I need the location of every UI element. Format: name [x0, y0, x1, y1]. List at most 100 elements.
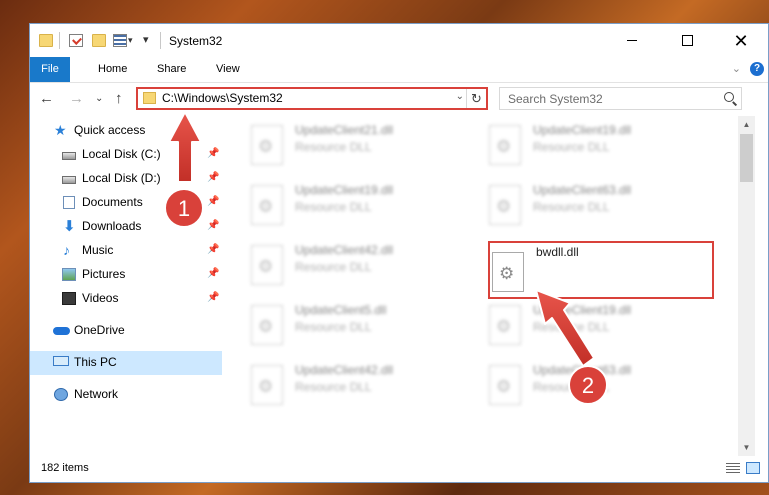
refresh-icon[interactable]: ↻	[466, 89, 486, 108]
close-button[interactable]: ✕	[718, 24, 764, 57]
tab-share[interactable]: Share	[157, 57, 186, 82]
pictures-icon	[62, 268, 76, 281]
sidebar-item-network[interactable]: Network	[30, 383, 222, 407]
sidebar-item-downloads[interactable]: ⬇ Downloads 📌	[30, 215, 222, 239]
forward-arrow-icon[interactable]: →	[69, 90, 84, 107]
folder-icon	[143, 92, 156, 104]
status-bar: 182 items	[30, 456, 768, 482]
search-input[interactable]	[508, 90, 708, 107]
properties-icon[interactable]	[69, 34, 83, 47]
sidebar-item-pictures[interactable]: Pictures 📌	[30, 263, 222, 287]
file-item-bwdll[interactable]: bwdll.dll	[492, 244, 713, 296]
documents-icon	[63, 196, 75, 209]
tab-view[interactable]: View	[216, 57, 240, 82]
sidebar-item-label: Downloads	[82, 219, 142, 233]
dll-file-icon	[489, 125, 521, 165]
dll-file-icon	[251, 245, 283, 285]
sidebar-item-this-pc[interactable]: This PC	[30, 351, 222, 375]
tab-file[interactable]: File	[30, 57, 70, 82]
file-type: Resource DLL	[533, 320, 610, 334]
search-box[interactable]	[499, 87, 742, 110]
dll-file-icon	[489, 365, 521, 405]
file-type: Resource DLL	[295, 200, 372, 214]
details-view-icon[interactable]	[726, 463, 740, 474]
music-icon: ♪	[63, 242, 70, 258]
maximize-icon	[681, 35, 693, 46]
view-icon[interactable]	[113, 34, 127, 47]
sidebar-item-label: Pictures	[82, 267, 126, 281]
chevron-down-icon[interactable]: ⌄	[456, 91, 464, 102]
tab-home[interactable]: Home	[98, 57, 127, 82]
large-icons-view-icon[interactable]	[746, 462, 760, 474]
sidebar-item-label: OneDrive	[74, 323, 125, 337]
sidebar-item-documents[interactable]: Documents 📌	[30, 191, 222, 215]
file-item[interactable]: UpdateClient19.dll Resource DLL	[243, 179, 463, 231]
file-item[interactable]: UpdateClient5.dll Resource DLL	[243, 299, 463, 351]
file-type: Resource DLL	[295, 380, 372, 394]
sidebar-item-music[interactable]: ♪ Music 📌	[30, 239, 222, 263]
pin-icon[interactable]: 📌	[207, 148, 219, 159]
navigation-bar: ← → ⌄ ↑ C:\Windows\System32 ⌄ ↻	[30, 83, 768, 116]
download-icon: ⬇	[63, 218, 76, 235]
pin-icon[interactable]: 📌	[207, 244, 219, 255]
file-type: Resource DLL	[295, 320, 372, 334]
recent-locations-icon[interactable]: ⌄	[95, 93, 103, 104]
dll-file-icon	[489, 185, 521, 225]
scrollbar-thumb[interactable]	[740, 134, 753, 182]
scroll-up-icon[interactable]: ▲	[738, 116, 755, 133]
sidebar-item-quick-access[interactable]: ★ Quick access	[30, 119, 222, 143]
file-item[interactable]: UpdateClient19.dll Resource DLL	[481, 299, 701, 351]
pin-icon[interactable]: 📌	[207, 196, 219, 207]
file-item[interactable]: UpdateClient63.dll Resource DLL	[481, 179, 701, 231]
vertical-scrollbar[interactable]: ▲ ▼	[738, 116, 755, 456]
ribbon: File Home Share View ⌄ ?	[30, 57, 768, 83]
file-name: bwdll.dll	[536, 245, 579, 259]
file-item[interactable]: UpdateClient21.dll Resource DLL	[243, 119, 463, 171]
new-folder-icon[interactable]	[92, 34, 106, 47]
maximize-button[interactable]	[664, 24, 710, 57]
sidebar-item-label: Quick access	[74, 123, 146, 137]
up-arrow-icon[interactable]: ↑	[115, 90, 123, 107]
file-type: Resource DLL	[533, 200, 610, 214]
pin-icon[interactable]: 📌	[207, 268, 219, 279]
highlighted-file-frame: bwdll.dll	[488, 241, 714, 299]
file-name: UpdateClient19.dll	[533, 303, 632, 317]
dll-file-icon	[489, 305, 521, 345]
minimize-button[interactable]	[609, 24, 655, 57]
scroll-down-icon[interactable]: ▼	[738, 439, 755, 456]
file-name: UpdateClient63.dll	[533, 183, 632, 197]
dll-file-icon	[251, 185, 283, 225]
expand-ribbon-icon[interactable]: ⌄	[732, 62, 741, 75]
file-name: UpdateClient63.dll	[533, 363, 632, 377]
divider	[59, 32, 60, 49]
address-bar[interactable]: C:\Windows\System32 ⌄ ↻	[136, 87, 488, 110]
sidebar-item-label: Local Disk (C:)	[82, 147, 161, 161]
search-icon[interactable]	[724, 92, 734, 102]
pin-icon[interactable]: 📌	[207, 292, 219, 303]
file-item[interactable]: UpdateClient63.dll Resource DLL	[481, 359, 701, 411]
file-item[interactable]: UpdateClient42.dll Resource DLL	[243, 239, 463, 291]
pin-icon[interactable]: 📌	[207, 172, 219, 183]
dll-file-icon	[251, 125, 283, 165]
customize-quick-access-icon[interactable]: ▾	[143, 33, 149, 46]
file-item[interactable]: UpdateClient42.dll Resource DLL	[243, 359, 463, 411]
sidebar-item-local-disk-c[interactable]: Local Disk (C:) 📌	[30, 143, 222, 167]
address-path[interactable]: C:\Windows\System32	[162, 91, 283, 105]
sidebar-item-local-disk-d[interactable]: Local Disk (D:) 📌	[30, 167, 222, 191]
file-item[interactable]: UpdateClient19.dll Resource DLL	[481, 119, 701, 171]
sidebar-item-label: Videos	[82, 291, 119, 305]
sidebar-item-onedrive[interactable]: OneDrive	[30, 319, 222, 343]
sidebar-item-videos[interactable]: Videos 📌	[30, 287, 222, 311]
file-type: Resource DLL	[533, 140, 610, 154]
back-arrow-icon[interactable]: ←	[39, 90, 54, 107]
file-name: UpdateClient19.dll	[533, 123, 632, 137]
this-pc-icon	[53, 356, 69, 366]
pin-icon[interactable]: 📌	[207, 220, 219, 231]
help-icon[interactable]: ?	[750, 62, 764, 76]
drive-icon	[62, 176, 76, 184]
title-bar: ▾ ▾ System32 ✕	[30, 24, 768, 57]
file-explorer-window: ▾ ▾ System32 ✕ File Home Share View ⌄ ? …	[29, 23, 769, 483]
navigation-pane: ★ Quick access Local Disk (C:) 📌 Local D…	[30, 116, 222, 456]
chevron-down-icon[interactable]: ▾	[128, 35, 133, 46]
file-type: Resource DLL	[295, 140, 372, 154]
